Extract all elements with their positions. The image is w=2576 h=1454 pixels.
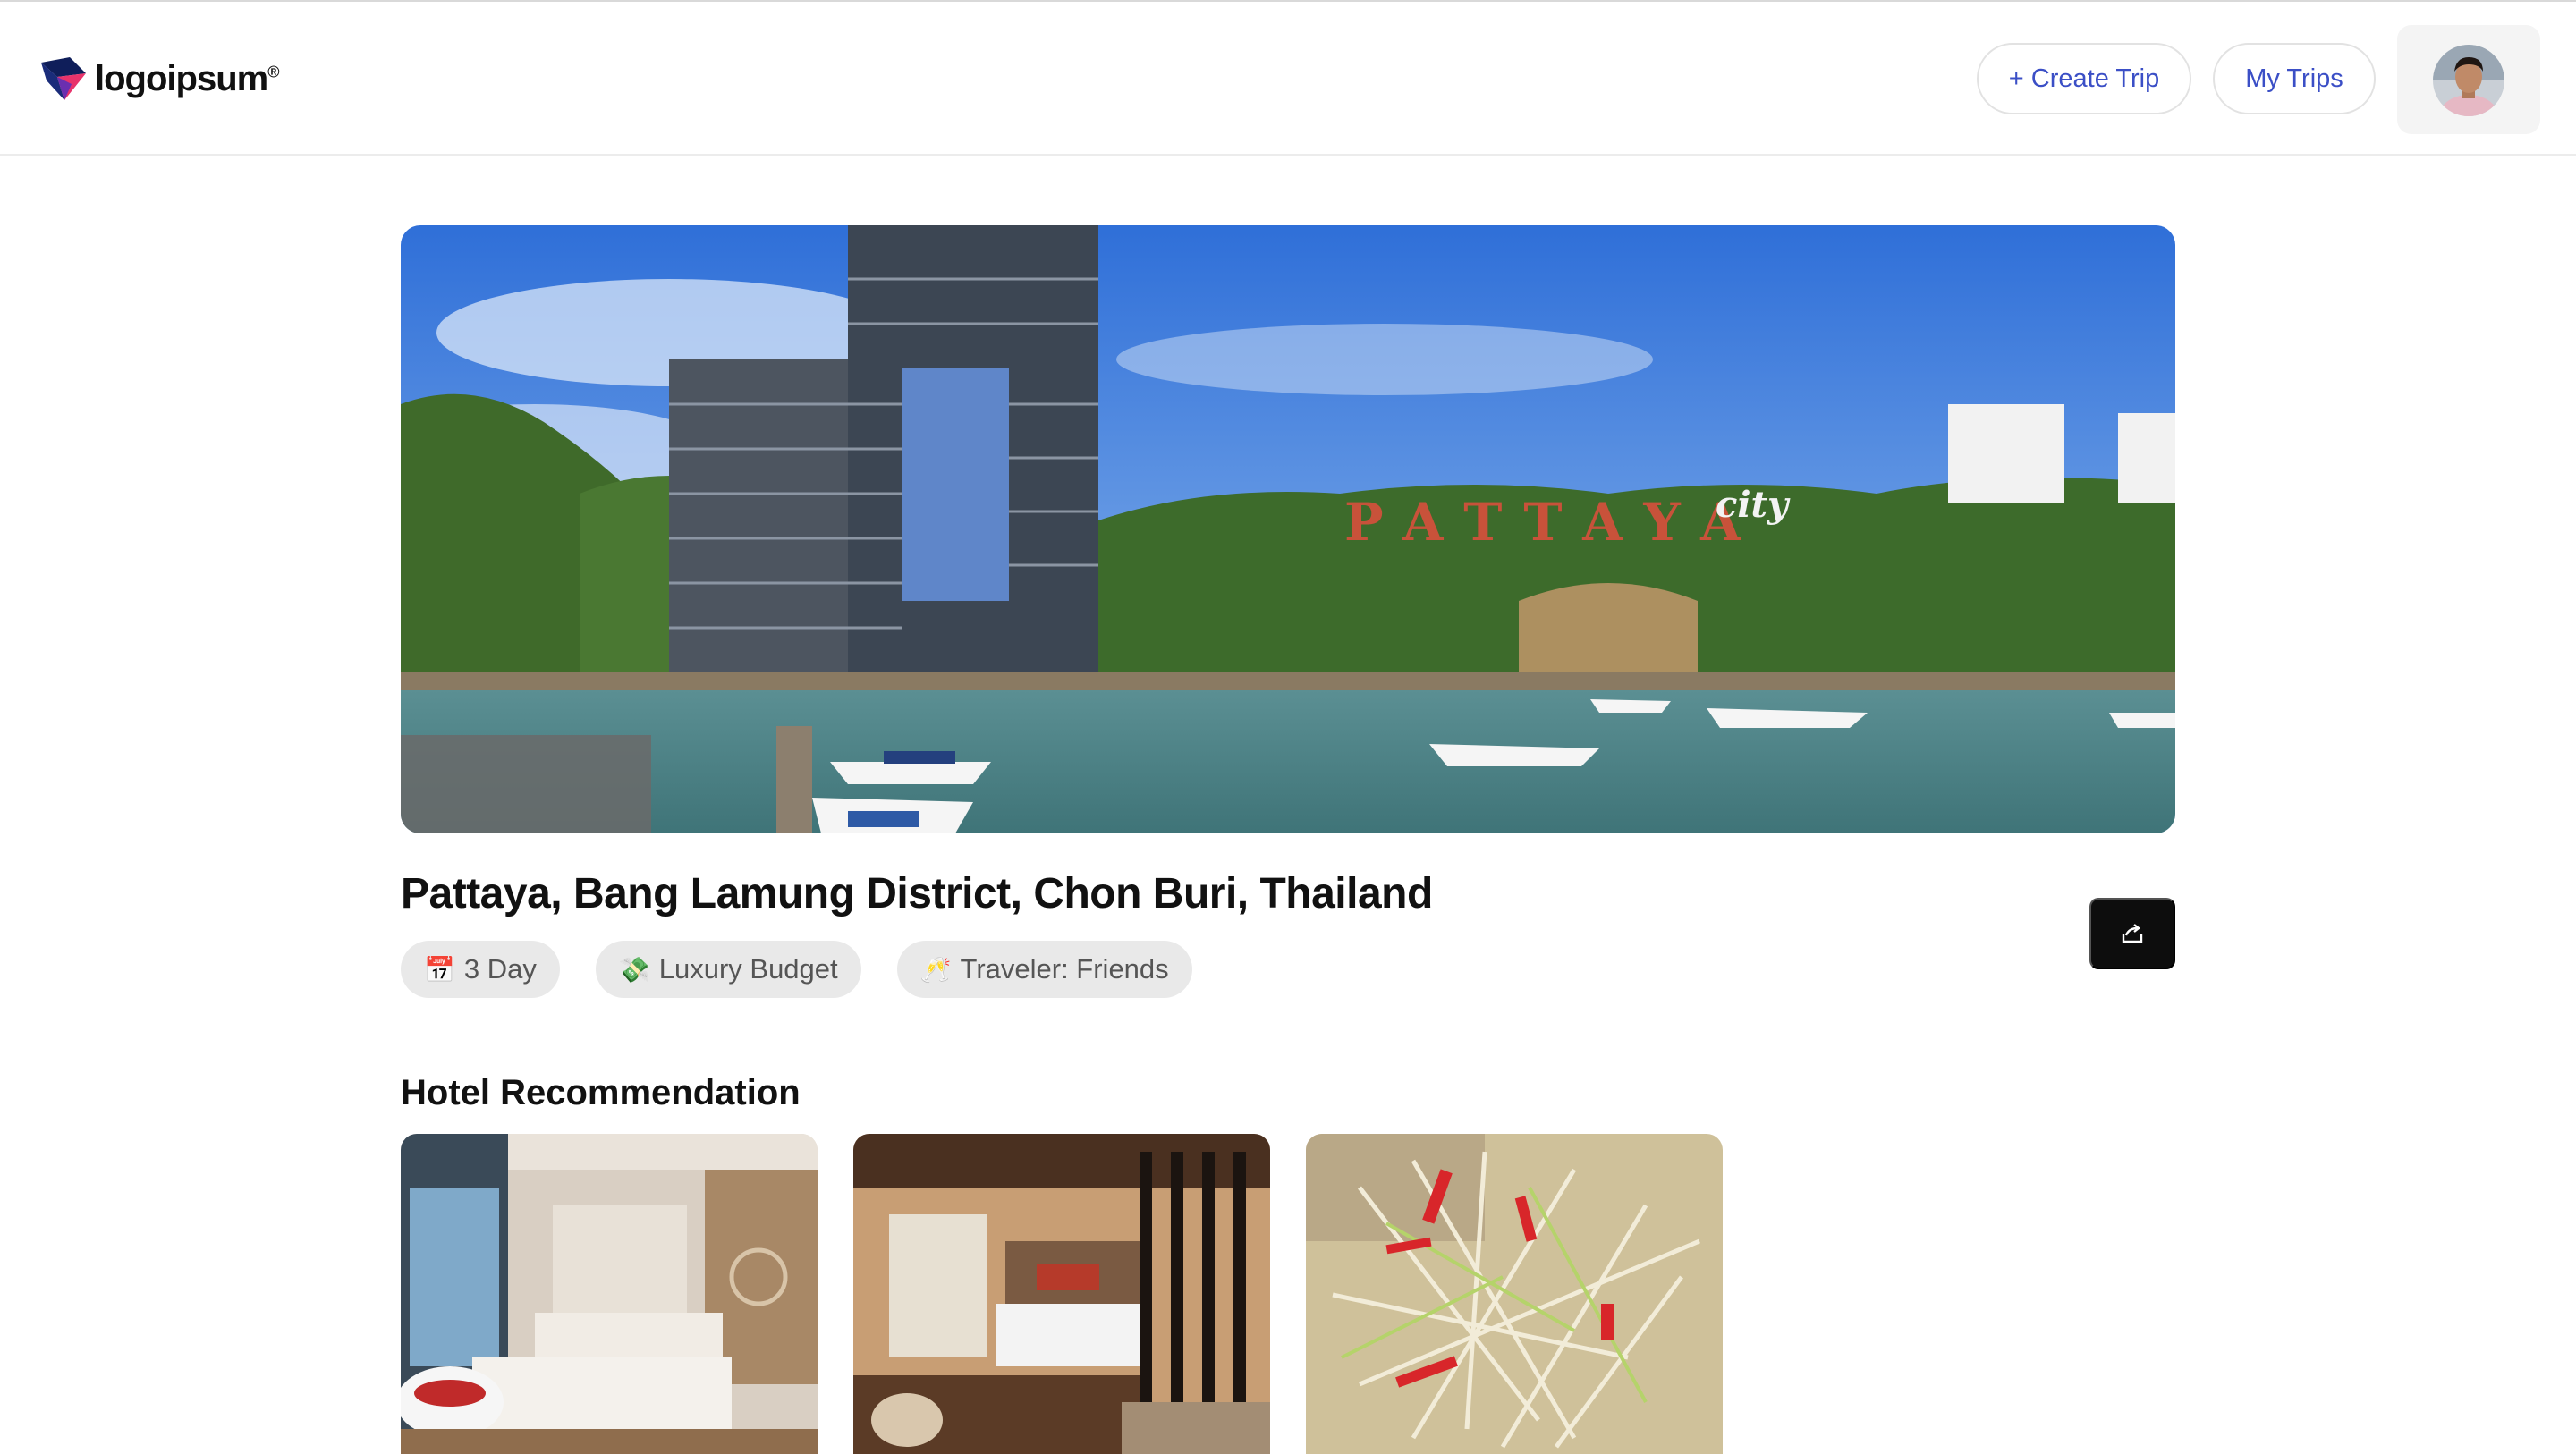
destination-title: Pattaya, Bang Lamung District, Chon Buri… — [401, 870, 1433, 917]
traveler-chip-label: Traveler: Friends — [960, 953, 1169, 985]
traveler-chip: 🥂 Traveler: Friends — [896, 941, 1192, 998]
calendar-icon: 📅 — [424, 955, 455, 984]
logo[interactable]: logoipsum® — [39, 54, 280, 104]
logo-text: logoipsum® — [95, 58, 280, 98]
trip-info-chips: 📅 3 Day 💸 Luxury Budget 🥂 Traveler: Frie… — [401, 941, 1192, 998]
svg-text:PATTAYA: PATTAYA — [1344, 492, 1764, 553]
share-icon — [2122, 924, 2143, 943]
my-trips-button[interactable]: My Trips — [2213, 43, 2376, 114]
destination-hero-image: PATTAYA city — [401, 225, 2175, 833]
profile-menu[interactable] — [2397, 25, 2540, 134]
avatar[interactable] — [2433, 45, 2504, 116]
duration-chip: 📅 3 Day — [401, 941, 560, 998]
hotel-card[interactable] — [1306, 1134, 1723, 1454]
hotel-card[interactable] — [401, 1134, 818, 1454]
svg-text:city: city — [1716, 484, 1791, 526]
budget-chip: 💸 Luxury Budget — [595, 941, 861, 998]
top-header: logoipsum® + Create Trip My Trips — [0, 2, 2576, 156]
budget-chip-label: Luxury Budget — [658, 953, 838, 985]
logo-icon — [41, 57, 86, 100]
create-trip-button[interactable]: + Create Trip — [1977, 43, 2191, 114]
hotel-section-title: Hotel Recommendation — [401, 1073, 801, 1112]
share-button[interactable] — [2089, 898, 2175, 969]
cheers-icon: 🥂 — [919, 955, 952, 984]
duration-chip-label: 3 Day — [463, 953, 537, 985]
hotel-card[interactable] — [853, 1134, 1270, 1454]
money-icon: 💸 — [618, 955, 650, 984]
